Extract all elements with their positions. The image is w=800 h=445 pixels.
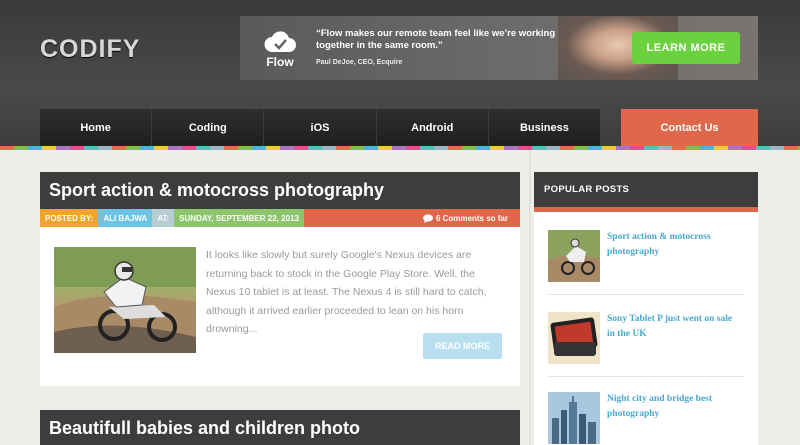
- sidebar-heading: POPULAR POSTS: [534, 172, 758, 207]
- post-meta: POSTED BY: ALI BAJWA AT: SUNDAY, SEPTEMB…: [40, 209, 520, 227]
- divider: [548, 294, 744, 295]
- popular-post-title[interactable]: Sony Tablet P just went on sale in the U…: [607, 312, 737, 342]
- post-author[interactable]: ALI BAJWA: [98, 209, 153, 227]
- comments-link[interactable]: 6 Comments so far: [303, 209, 520, 227]
- nav-item-home[interactable]: Home: [40, 109, 153, 146]
- nav-item-android[interactable]: Android: [376, 109, 489, 146]
- post-card: Beautifull babies and children photo: [40, 410, 520, 445]
- banner-author: Paul DeJoe, CEO, Ecquire: [316, 59, 403, 66]
- contact-us-button[interactable]: Contact Us: [621, 109, 758, 146]
- post-thumbnail[interactable]: [54, 247, 196, 353]
- posted-by-label: POSTED BY:: [40, 209, 99, 227]
- sidebar-accent-bar: [534, 207, 758, 212]
- flow-brand-label: Flow: [266, 55, 294, 69]
- popular-post-title[interactable]: Night city and bridge best photography: [607, 392, 737, 422]
- learn-more-button[interactable]: LEARN MORE: [632, 32, 740, 64]
- site-logo[interactable]: CODIFY: [40, 35, 140, 64]
- column-divider: [529, 150, 531, 445]
- at-label: AT:: [152, 209, 175, 227]
- post-excerpt: It looks like slowly but surely Google's…: [206, 249, 487, 335]
- flow-logo: Flow: [260, 30, 300, 69]
- popular-post-title[interactable]: Sport action & motocross photography: [607, 230, 737, 260]
- read-more-button[interactable]: READ MORE: [423, 333, 502, 359]
- tablet-thumb: [548, 312, 600, 364]
- flow-ad-banner[interactable]: Flow “Flow makes our remote team feel li…: [240, 16, 758, 80]
- divider: [548, 376, 744, 377]
- banner-quote: “Flow makes our remote team feel like we…: [316, 28, 556, 51]
- main-nav: Home Coding iOS Android Business: [40, 109, 601, 146]
- post-title-bar: Beautifull babies and children photo: [40, 410, 520, 445]
- color-stripe-divider: [0, 146, 800, 150]
- speech-bubble-icon: [422, 213, 433, 223]
- popular-post-thumbnail[interactable]: [548, 392, 600, 444]
- motocross-thumb: [548, 230, 600, 282]
- cloud-check-icon: [264, 31, 296, 52]
- post-title[interactable]: Sport action & motocross photography: [49, 180, 384, 201]
- popular-post-thumbnail[interactable]: [548, 312, 600, 364]
- post-title-bar: Sport action & motocross photography: [40, 172, 520, 209]
- nav-item-business[interactable]: Business: [488, 109, 601, 146]
- nav-item-coding[interactable]: Coding: [152, 109, 265, 146]
- post-date: SUNDAY, SEPTEMBER 22, 2013: [174, 209, 304, 227]
- city-thumb: [548, 392, 600, 444]
- sidebar-popular-posts: POPULAR POSTS Sport action & motocross p…: [534, 172, 758, 445]
- nav-item-ios[interactable]: iOS: [264, 109, 377, 146]
- post-card: Sport action & motocross photography POS…: [40, 172, 520, 386]
- motocross-photo: [54, 247, 196, 353]
- comments-count: 6 Comments so far: [435, 213, 508, 223]
- post-title[interactable]: Beautifull babies and children photo: [49, 418, 360, 439]
- popular-post-thumbnail[interactable]: [548, 230, 600, 282]
